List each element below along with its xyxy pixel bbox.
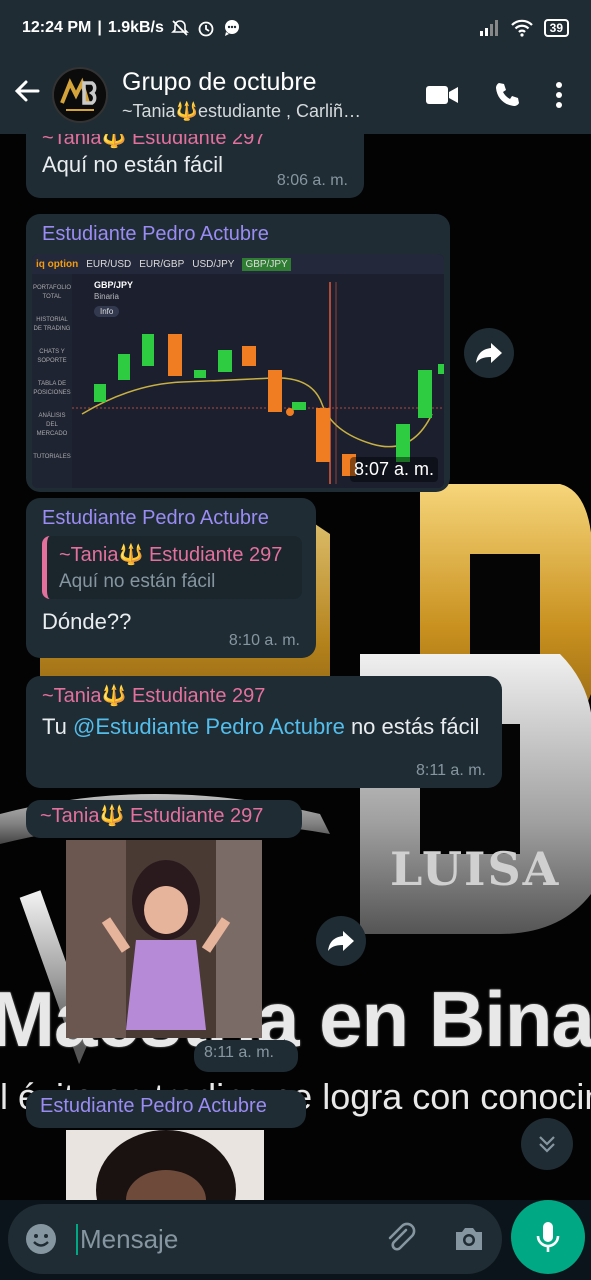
message-sender: Estudiante Pedro Actubre — [40, 1095, 267, 1117]
whatsapp-chat-screen: 12:24 PM | 1.9kB/s 39 Grupo de octubre ~… — [0, 0, 591, 1280]
tab-usdjpy: USD/JPY — [192, 258, 235, 270]
tab-eurgbp: EUR/GBP — [139, 258, 185, 270]
sidebar-leaderboard: TABLA DE POSICIONES — [33, 381, 71, 396]
scroll-to-bottom-button[interactable] — [521, 1118, 573, 1170]
battery-level: 39 — [543, 19, 569, 37]
emoji-icon[interactable] — [24, 1222, 58, 1256]
message-sender: ~Tania🔱 Estudiante 297 — [40, 805, 264, 827]
image-time: 8:07 a. m. — [349, 457, 438, 482]
chat-bubble-icon — [224, 20, 239, 36]
status-speed: 1.9kB/s — [107, 19, 164, 36]
sender-label: Estudiante Pedro Actubre — [26, 1090, 306, 1128]
message-text: Tu @Estudiante Pedro Actubre no estás fá… — [42, 714, 480, 739]
photo-illustration — [66, 1130, 264, 1200]
sticker-illustration — [66, 840, 262, 1038]
sidebar-history: HISTORIAL DE TRADING — [33, 317, 71, 332]
image-message-bubble[interactable]: Estudiante Pedro Actubre iq option EUR/U… — [26, 214, 450, 492]
tab-eurusd: EUR/USD — [86, 258, 132, 270]
chat-title-area[interactable]: Grupo de octubre ~Tania🔱estudiante , Car… — [122, 68, 425, 122]
message-composer: Mensaje — [0, 1200, 591, 1280]
microphone-icon — [536, 1222, 560, 1252]
tab-gbpjpy: GBP/JPY — [242, 257, 291, 271]
video-call-icon[interactable] — [425, 83, 459, 107]
group-avatar[interactable] — [52, 67, 108, 123]
group-logo-icon — [54, 69, 106, 121]
message-time: 8:10 a. m. — [228, 632, 300, 649]
message-input[interactable]: Mensaje — [76, 1223, 384, 1255]
candles — [94, 334, 444, 476]
attach-paperclip-icon[interactable] — [384, 1222, 418, 1256]
message-sender: ~Tania🔱 Estudiante 297 — [42, 134, 266, 149]
wallpaper-side-text: LUISA — [390, 842, 561, 896]
broker-logo: iq option — [36, 258, 79, 270]
voice-record-button[interactable] — [511, 1200, 585, 1274]
status-time: 12:24 PM — [22, 19, 92, 36]
sidebar-tutorials: TUTORIALES — [33, 454, 71, 460]
sidebar-chats: CHATS Y SOPORTE — [37, 349, 67, 364]
message-sender: Estudiante Pedro Actubre — [42, 507, 269, 529]
double-chevron-down-icon — [539, 1136, 555, 1153]
image-preview[interactable] — [66, 1130, 264, 1200]
message-time: 8:11 a. m. — [204, 1044, 274, 1061]
reply-message-bubble[interactable]: Estudiante Pedro Actubre ~Tania🔱 Estudia… — [26, 498, 316, 658]
message-time: 8:11 a. m. — [416, 762, 486, 779]
alarm-icon — [198, 21, 214, 37]
quoted-text: Aquí no están fácil — [59, 571, 216, 592]
trading-screenshot[interactable]: iq option EUR/USD EUR/GBP USD/JPY GBP/JP… — [32, 254, 444, 488]
chat-header: Grupo de octubre ~Tania🔱estudiante , Car… — [0, 56, 591, 134]
chat-subtitle: ~Tania🔱estudiante , Carliñ… — [122, 101, 362, 121]
sidebar-portfolio: PORTAFOLIO TOTAL — [32, 285, 72, 300]
sticker-image[interactable] — [66, 840, 262, 1038]
signal-icon — [479, 20, 498, 36]
status-bar: 12:24 PM | 1.9kB/s 39 — [0, 0, 591, 56]
message-bubble[interactable]: ~Tania🔱 Estudiante 297 Tu @Estudiante Pe… — [26, 676, 502, 788]
sticker-time-badge: 8:11 a. m. — [194, 1040, 298, 1072]
camera-icon[interactable] — [452, 1224, 486, 1254]
chat-title: Grupo de octubre — [122, 68, 317, 96]
wifi-icon — [510, 19, 533, 37]
forward-arrow-icon — [328, 931, 354, 951]
quoted-message[interactable]: ~Tania🔱 Estudiante 297 Aquí no están fác… — [42, 536, 302, 599]
forward-button[interactable] — [316, 916, 366, 966]
message-time: 8:06 a. m. — [276, 172, 348, 189]
forward-button[interactable] — [464, 328, 514, 378]
message-sender: ~Tania🔱 Estudiante 297 — [42, 685, 266, 707]
message-sender: Estudiante Pedro Actubre — [42, 223, 269, 245]
candlestick-chart — [72, 282, 444, 484]
back-arrow-icon[interactable] — [2, 76, 52, 114]
sticker-sender-label: ~Tania🔱 Estudiante 297 — [26, 800, 302, 838]
mute-icon — [170, 20, 189, 36]
phone-call-icon[interactable] — [493, 81, 521, 109]
chat-wallpaper: LUISA Maestría en Binar l éxito en tradi… — [0, 134, 591, 1200]
quoted-sender: ~Tania🔱 Estudiante 297 — [59, 544, 283, 566]
forward-arrow-icon — [476, 343, 502, 363]
more-options-icon[interactable] — [555, 81, 563, 109]
message-input-box[interactable]: Mensaje — [8, 1204, 502, 1274]
mention-link[interactable]: @Estudiante Pedro Actubre — [73, 714, 345, 739]
sidebar-analysis: ANÁLISIS DEL MERCADO — [36, 413, 68, 437]
message-bubble[interactable]: ~Tania🔱 Estudiante 297 Aquí no están fác… — [26, 134, 364, 198]
